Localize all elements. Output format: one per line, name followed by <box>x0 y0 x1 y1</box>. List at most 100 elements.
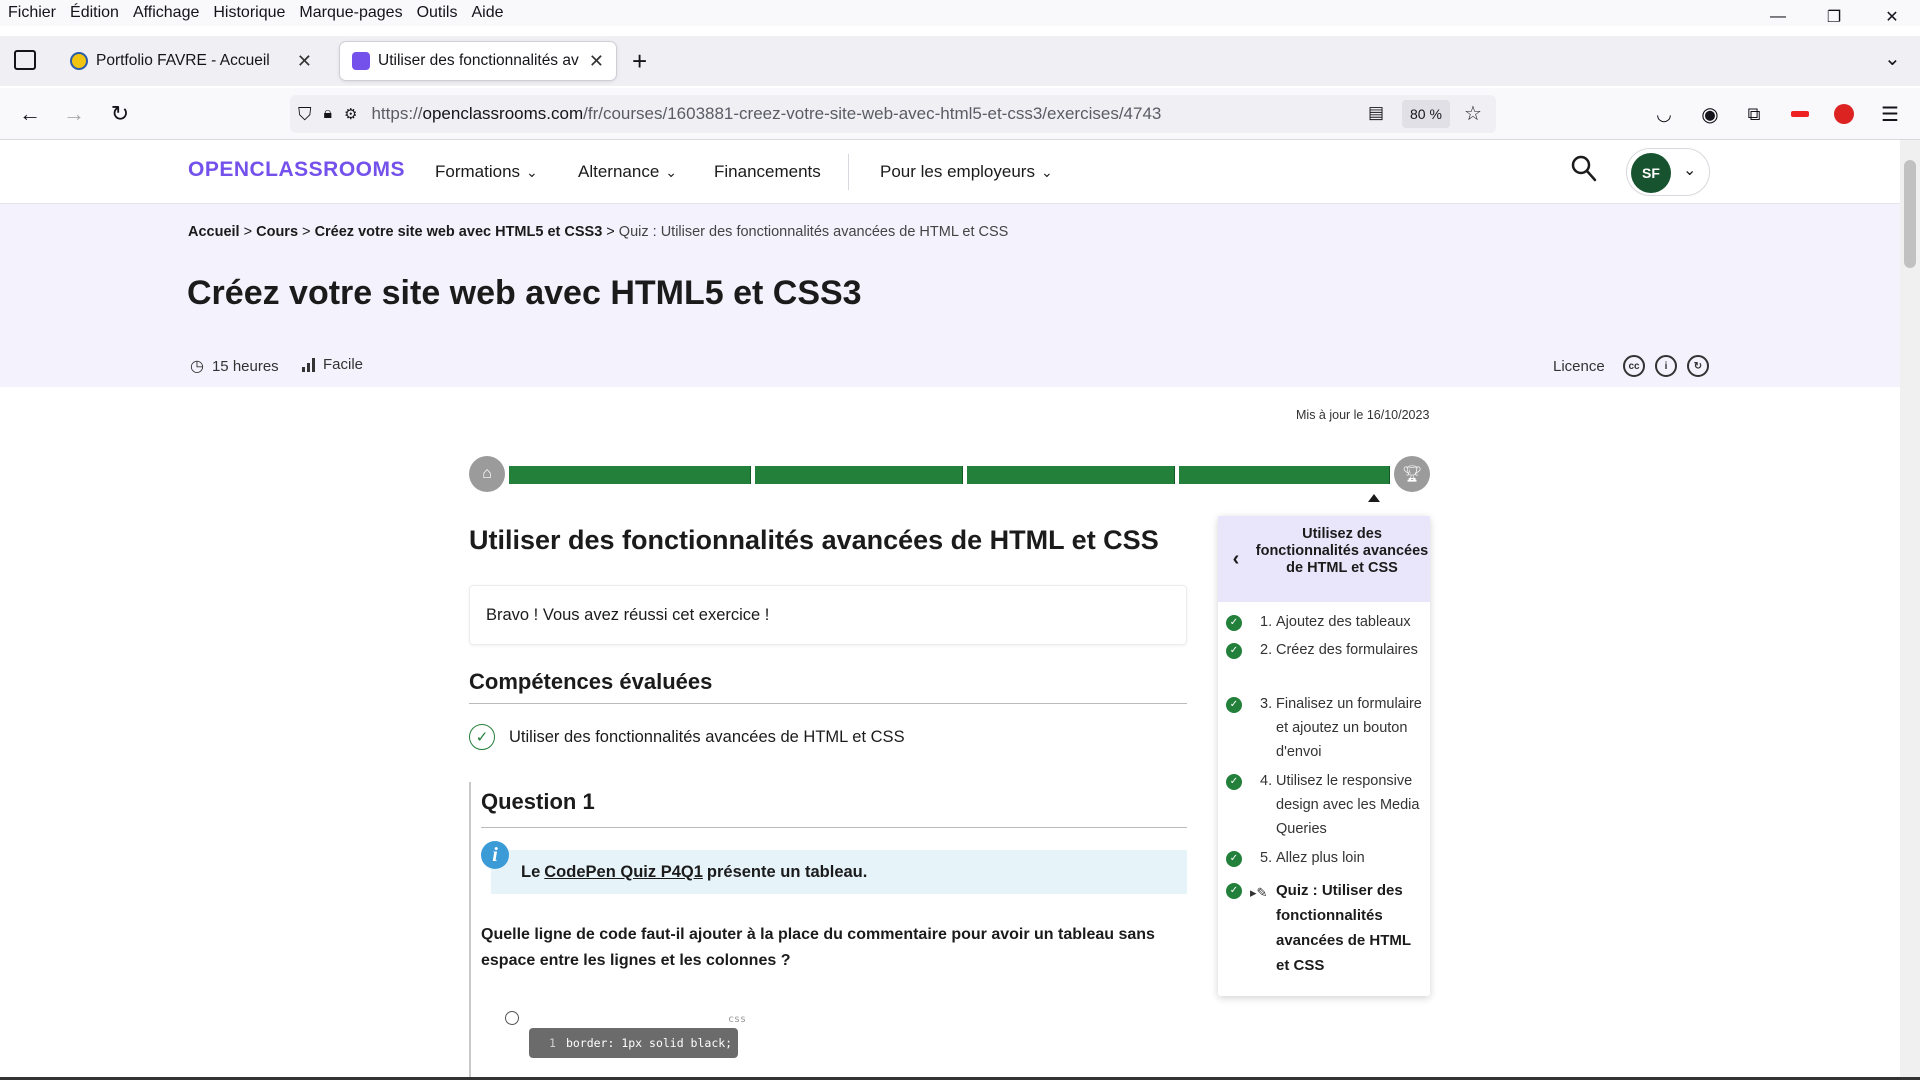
toc-item[interactable]: ✓ 1. Ajoutez des tableaux <box>1218 610 1430 634</box>
course-duration: ◷ 15 heures <box>190 356 279 376</box>
openclassrooms-favicon-icon <box>352 52 370 70</box>
info-icon: i <box>481 841 509 869</box>
skill-item: ✓ Utiliser des fonctionnalités avancées … <box>469 724 905 750</box>
lock-icon[interactable]: 🔒︎ <box>324 105 333 123</box>
toc-item-label: Utilisez le responsive design avec les M… <box>1276 773 1420 837</box>
new-tab-button[interactable]: + <box>632 46 647 77</box>
menu-fichier[interactable]: Fichier <box>0 4 63 22</box>
scrollbar-thumb[interactable] <box>1904 160 1916 268</box>
nav-employeurs[interactable]: Pour les employeurs ⌄ <box>880 162 1053 182</box>
toc-item-number: 3. <box>1260 696 1273 712</box>
cc-sa-icon[interactable]: ↻ <box>1687 355 1709 377</box>
toc-item[interactable]: ✓ 3. Finalisez un formulaire et ajoutez … <box>1218 692 1430 764</box>
tracking-shield-icon[interactable]: ⛉ <box>298 104 312 125</box>
progress-part[interactable] <box>1179 466 1390 484</box>
restore-button[interactable]: ❐ <box>1806 0 1862 34</box>
minimize-button[interactable]: — <box>1750 0 1806 34</box>
toc-item[interactable]: ✓ 5. Allez plus loin <box>1218 846 1430 870</box>
tab-quiz[interactable]: Utiliser des fonctionnalités avancées de… <box>340 42 616 80</box>
level-bars-icon <box>302 357 315 372</box>
tab-title: Portfolio FAVRE - Accueil <box>96 52 270 69</box>
search-icon[interactable] <box>1570 154 1598 189</box>
toc-header: ‹ Utilisez des fonctionnalités avancées … <box>1218 516 1430 602</box>
question-title: Question 1 <box>481 789 1187 828</box>
activity-title: Utiliser des fonctionnalités avancées de… <box>469 525 1159 555</box>
current-position-caret-icon <box>1368 494 1380 502</box>
toc-item-number: 2. <box>1260 642 1273 658</box>
bookmark-star-icon[interactable]: ☆ <box>1464 101 1482 126</box>
nav-label: Formations <box>435 162 521 181</box>
menu-aide[interactable]: Aide <box>464 4 510 22</box>
cc-by-icon[interactable]: i <box>1655 355 1677 377</box>
address-bar[interactable]: ⛉ 🔒︎ ⚙ https://openclassrooms.com/fr/cou… <box>290 95 1496 133</box>
nav-label: Financements <box>714 162 821 181</box>
chevron-left-icon[interactable]: ‹ <box>1218 516 1254 602</box>
progress-part[interactable] <box>509 466 751 484</box>
toc-item-label: Créez des formulaires <box>1276 642 1418 658</box>
close-window-button[interactable]: ✕ <box>1864 0 1920 34</box>
menu-outils[interactable]: Outils <box>410 4 465 22</box>
progress-part[interactable] <box>967 466 1175 484</box>
toc-item[interactable]: ✓ 2. Créez des formulaires <box>1218 638 1430 686</box>
pocket-icon[interactable]: ◡ <box>1650 100 1678 128</box>
toc-item-label: Finalisez un formulaire et ajoutez un bo… <box>1276 696 1422 760</box>
extensions-icon[interactable]: ⧉ <box>1740 100 1768 128</box>
breadcrumb: Accueil > Cours > Créez votre site web a… <box>188 224 1009 240</box>
tab-portfolio[interactable]: Portfolio FAVRE - Accueil ✕ <box>58 42 324 80</box>
toc-item-current[interactable]: ✓ ▸✎ Quiz : Utiliser des fonctionnalités… <box>1218 878 1430 982</box>
adblock-icon[interactable] <box>1830 100 1858 128</box>
info-box: Le CodePen Quiz P4Q1 présente un tableau… <box>491 850 1187 894</box>
menu-historique[interactable]: Historique <box>206 4 292 22</box>
chevron-down-icon: ⌄ <box>1040 163 1053 180</box>
breadcrumb-accueil[interactable]: Accueil <box>188 224 240 240</box>
back-arrow-icon[interactable]: ← <box>16 100 44 128</box>
reader-view-icon[interactable]: ▤ <box>1368 103 1384 123</box>
chevron-down-icon: ⌄ <box>1683 162 1697 179</box>
user-menu[interactable]: SF ⌄ <box>1626 148 1710 196</box>
reload-icon[interactable]: ↻ <box>106 100 134 128</box>
web-page: OPENCLASSROOMS Formations ⌄ Alternance ⌄ F… <box>0 140 1900 1080</box>
menu-marque-pages[interactable]: Marque-pages <box>292 4 409 22</box>
clock-icon: ◷ <box>190 358 204 375</box>
tab-overview-icon[interactable] <box>14 50 36 70</box>
trophy-icon[interactable]: 🏆︎ <box>1394 456 1430 492</box>
home-icon[interactable]: ⌂ <box>469 456 505 492</box>
checkmark-icon: ✓ <box>469 724 495 750</box>
toc-item[interactable]: ✓ 4. Utilisez le responsive design avec … <box>1218 769 1430 841</box>
menu-affichage[interactable]: Affichage <box>126 4 206 22</box>
account-icon[interactable]: ◉ <box>1696 100 1724 128</box>
cc-icon[interactable]: cc <box>1623 355 1645 377</box>
completed-check-icon: ✓ <box>1226 615 1242 631</box>
code-line-number: 1 <box>549 1036 556 1050</box>
url-path: /fr/courses/1603881-creez-votre-site-web… <box>583 104 1162 123</box>
breadcrumb-cours[interactable]: Cours <box>256 224 298 240</box>
licence-label[interactable]: Licence <box>1553 358 1605 375</box>
close-tab-icon[interactable]: ✕ <box>287 51 312 72</box>
forward-arrow-icon[interactable]: → <box>60 100 88 128</box>
permissions-icon[interactable]: ⚙ <box>344 105 357 123</box>
breadcrumb-course[interactable]: Créez votre site web avec HTML5 et CSS3 <box>315 224 603 240</box>
toc-item-number: 4. <box>1260 773 1273 789</box>
zoom-level-button[interactable]: 80 % <box>1402 100 1450 128</box>
extension-red-icon[interactable] <box>1786 100 1814 128</box>
openclassrooms-logo[interactable]: OPENCLASSROOMS <box>188 158 405 182</box>
skills-heading: Compétences évaluées <box>469 669 1187 704</box>
progress-part[interactable] <box>755 466 963 484</box>
toc-item-label: Ajoutez des tableaux <box>1276 614 1411 630</box>
menu-edition[interactable]: Édition <box>63 4 126 22</box>
nav-financements[interactable]: Financements <box>714 162 821 182</box>
toc-item-label: Quiz : Utiliser des fonctionnalités avan… <box>1276 882 1411 974</box>
main-content: Utiliser des fonctionnalités avancées de… <box>469 525 1187 1080</box>
close-tab-icon[interactable]: ✕ <box>579 51 604 72</box>
codepen-link[interactable]: CodePen Quiz P4Q1 <box>544 863 703 882</box>
page-scrollbar[interactable] <box>1900 140 1920 1080</box>
success-message: Bravo ! Vous avez réussi cet exercice ! <box>469 585 1187 645</box>
completed-check-icon: ✓ <box>1226 774 1242 790</box>
answer-radio[interactable] <box>505 1011 519 1025</box>
nav-formations[interactable]: Formations ⌄ <box>435 162 538 182</box>
list-tabs-chevron-icon[interactable]: ⌄ <box>1884 46 1901 71</box>
course-toc: ‹ Utilisez des fonctionnalités avancées … <box>1218 516 1430 996</box>
nav-alternance[interactable]: Alternance ⌄ <box>578 162 677 182</box>
site-header: OPENCLASSROOMS Formations ⌄ Alternance ⌄ F… <box>0 140 1900 204</box>
app-menu-hamburger-icon[interactable]: ☰ <box>1876 100 1904 128</box>
